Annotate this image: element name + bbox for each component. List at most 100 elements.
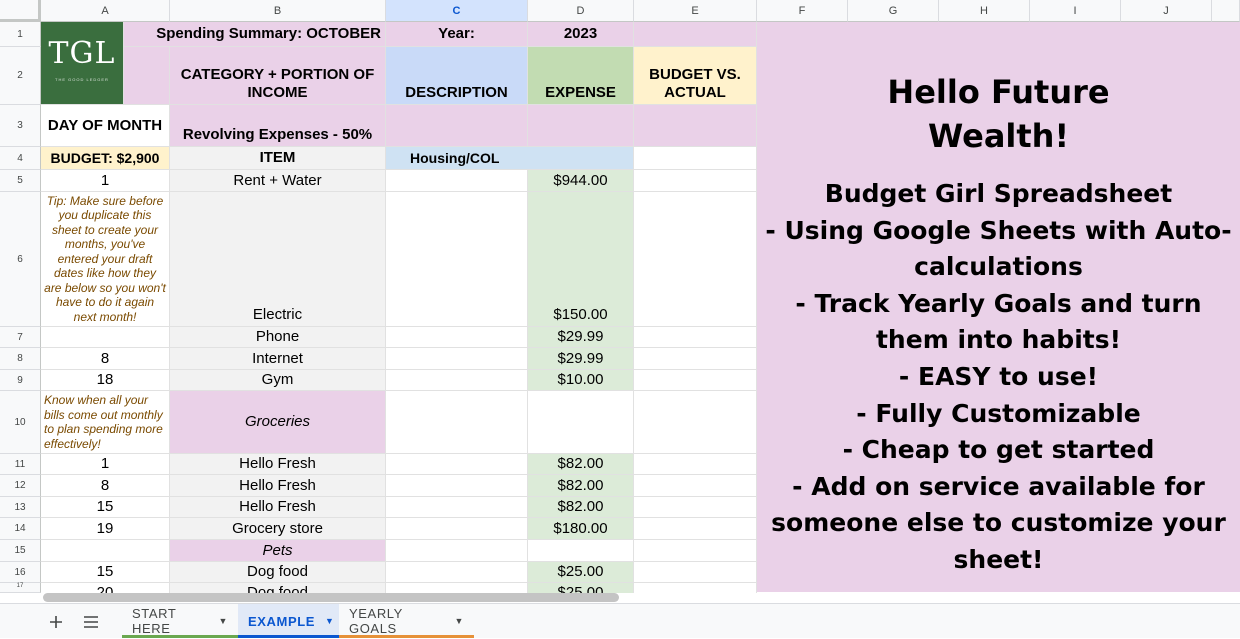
budget-vs-actual-cell[interactable] <box>634 540 757 562</box>
year-value-cell[interactable]: 2023 <box>528 22 634 47</box>
budget-vs-actual-cell[interactable] <box>634 370 757 391</box>
description-cell[interactable] <box>386 370 528 391</box>
description-cell[interactable] <box>386 170 528 192</box>
cell-a2-right[interactable] <box>124 47 170 105</box>
item-cell[interactable]: Electric <box>170 192 386 327</box>
category-cell[interactable]: Groceries <box>170 391 386 454</box>
description-cell[interactable] <box>386 475 528 497</box>
description-cell[interactable] <box>386 348 528 370</box>
row-header-13[interactable]: 13 <box>0 497 41 518</box>
year-label-cell[interactable]: Year: <box>386 22 528 47</box>
col-header-e[interactable]: E <box>634 0 757 22</box>
col-header-j[interactable]: J <box>1121 0 1212 22</box>
expense-cell[interactable]: $82.00 <box>528 475 634 497</box>
row-header-1[interactable]: 1 <box>0 22 41 47</box>
col-header-g[interactable]: G <box>848 0 939 22</box>
expense-cell[interactable]: $180.00 <box>528 518 634 540</box>
day-cell[interactable]: 15 <box>41 562 170 583</box>
item-cell[interactable]: Grocery store <box>170 518 386 540</box>
sheet-title-cell[interactable]: Spending Summary: OCTOBER <box>124 22 386 47</box>
budget-vs-actual-cell[interactable] <box>634 348 757 370</box>
expense-cell[interactable]: $82.00 <box>528 454 634 475</box>
category-cell[interactable]: Pets <box>170 540 386 562</box>
description-cell[interactable] <box>386 540 528 562</box>
expense-cell[interactable]: $82.00 <box>528 497 634 518</box>
description-cell[interactable] <box>386 562 528 583</box>
horizontal-scrollbar[interactable] <box>43 593 619 602</box>
day-cell[interactable] <box>41 540 170 562</box>
day-cell[interactable]: 8 <box>41 475 170 497</box>
day-cell[interactable]: 8 <box>41 348 170 370</box>
col-header-c[interactable]: C <box>386 0 528 22</box>
description-cell[interactable] <box>386 192 528 327</box>
item-cell[interactable]: Dog food <box>170 562 386 583</box>
expense-cell[interactable]: $944.00 <box>528 170 634 192</box>
cell-c3[interactable] <box>386 105 528 147</box>
description-cell[interactable] <box>386 327 528 348</box>
item-cell[interactable]: Dog food <box>170 583 386 593</box>
day-cell[interactable]: 1 <box>41 454 170 475</box>
caret-down-icon[interactable]: ▼ <box>325 616 335 626</box>
description-header-cell[interactable]: DESCRIPTION <box>386 47 528 105</box>
budget-vs-actual-header-cell[interactable]: BUDGET VS. ACTUAL <box>634 47 757 105</box>
row-header-14[interactable]: 14 <box>0 518 41 540</box>
budget-vs-actual-cell[interactable] <box>634 391 757 454</box>
budget-vs-actual-cell[interactable] <box>634 170 757 192</box>
row-header-17[interactable]: 17 <box>0 583 41 593</box>
description-cell[interactable] <box>386 391 528 454</box>
item-cell[interactable]: Rent + Water <box>170 170 386 192</box>
row-header-5[interactable]: 5 <box>0 170 41 192</box>
description-cell[interactable] <box>386 583 528 593</box>
col-header-a[interactable]: A <box>41 0 170 22</box>
row-header-2[interactable]: 2 <box>0 47 41 105</box>
expense-cell[interactable]: $25.00 <box>528 562 634 583</box>
day-cell[interactable]: 18 <box>41 370 170 391</box>
item-cell[interactable]: Hello Fresh <box>170 497 386 518</box>
cell-e4[interactable] <box>634 147 757 170</box>
col-header-i[interactable]: I <box>1030 0 1121 22</box>
row-header-8[interactable]: 8 <box>0 348 41 370</box>
day-cell[interactable]: 20 <box>41 583 170 593</box>
promo-merged-cell[interactable]: Hello Future Wealth! Budget Girl Spreads… <box>757 22 1240 592</box>
row-header-15[interactable]: 15 <box>0 540 41 562</box>
day-of-month-header-cell[interactable]: DAY OF MONTH <box>41 105 170 147</box>
tab-yearly-goals[interactable]: YEARLY GOALS ▼ <box>339 604 474 638</box>
row-header-16[interactable]: 16 <box>0 562 41 583</box>
day-cell[interactable] <box>41 327 170 348</box>
category-header-cell[interactable]: CATEGORY + PORTION OF INCOME <box>170 47 386 105</box>
row-header-11[interactable]: 11 <box>0 454 41 475</box>
tip-cell[interactable]: Know when all your bills come out monthl… <box>41 391 170 454</box>
row-header-6[interactable]: 6 <box>0 192 41 327</box>
col-header-k[interactable] <box>1212 0 1240 22</box>
col-header-b[interactable]: B <box>170 0 386 22</box>
tip-cell[interactable]: Tip: Make sure before you duplicate this… <box>41 192 170 327</box>
row-header-9[interactable]: 9 <box>0 370 41 391</box>
description-cell[interactable] <box>386 518 528 540</box>
item-cell[interactable]: Hello Fresh <box>170 454 386 475</box>
description-cell[interactable] <box>386 454 528 475</box>
plus-icon[interactable] <box>41 604 71 639</box>
budget-vs-actual-cell[interactable] <box>634 562 757 583</box>
row-header-7[interactable]: 7 <box>0 327 41 348</box>
revolving-expenses-cell[interactable]: Revolving Expenses - 50% <box>170 105 386 147</box>
row-header-4[interactable]: 4 <box>0 147 41 170</box>
row-header-3[interactable]: 3 <box>0 105 41 147</box>
budget-vs-actual-cell[interactable] <box>634 475 757 497</box>
budget-vs-actual-cell[interactable] <box>634 518 757 540</box>
budget-total-cell[interactable]: BUDGET: $2,900 <box>41 147 170 170</box>
expense-cell[interactable]: $29.99 <box>528 327 634 348</box>
expense-header-cell[interactable]: EXPENSE <box>528 47 634 105</box>
item-header-cell[interactable]: ITEM <box>170 147 386 170</box>
tab-example[interactable]: EXAMPLE ▼ <box>238 604 339 638</box>
cell-d3[interactable] <box>528 105 634 147</box>
row-header-12[interactable]: 12 <box>0 475 41 497</box>
col-header-f[interactable]: F <box>757 0 848 22</box>
housing-col-cell[interactable]: Housing/COL <box>386 147 634 170</box>
budget-vs-actual-cell[interactable] <box>634 192 757 327</box>
select-all-corner[interactable] <box>0 0 41 22</box>
row-header-10[interactable]: 10 <box>0 391 41 454</box>
cell-e3[interactable] <box>634 105 757 147</box>
expense-cell[interactable]: $25.00 <box>528 583 634 593</box>
item-cell[interactable]: Internet <box>170 348 386 370</box>
caret-down-icon[interactable]: ▼ <box>218 616 228 626</box>
